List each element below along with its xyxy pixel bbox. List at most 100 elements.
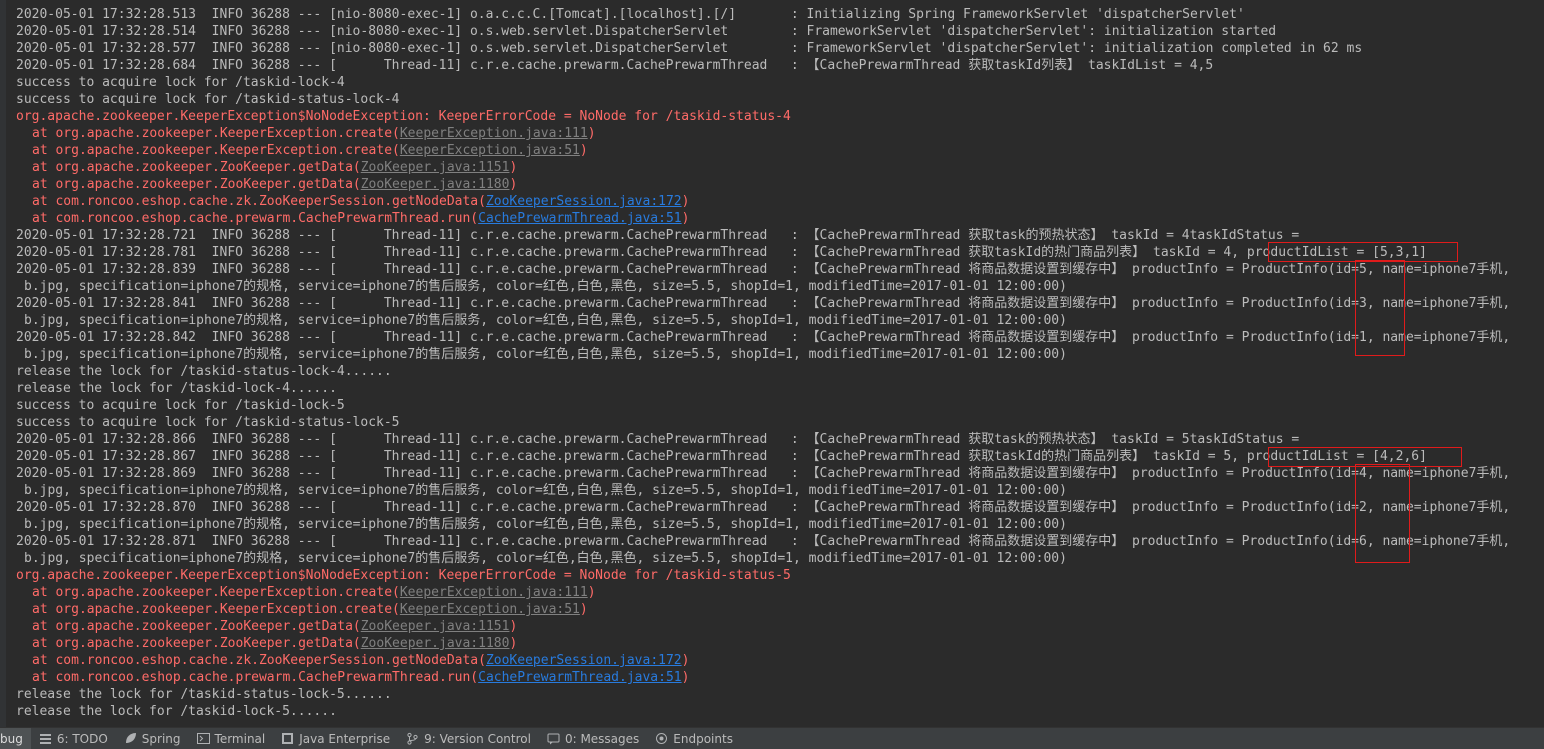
source-link[interactable]: ZooKeeper.java:1151 bbox=[361, 160, 510, 175]
console-line: at org.apache.zookeeper.ZooKeeper.getDat… bbox=[16, 176, 1544, 193]
console-line: at org.apache.zookeeper.KeeperException.… bbox=[16, 125, 1544, 142]
tool-window-label: Terminal bbox=[214, 731, 266, 746]
tool-window-endpoints[interactable]: Endpoints bbox=[647, 728, 741, 749]
source-link[interactable]: KeeperException.java:51 bbox=[400, 143, 580, 158]
tool-window-0-messages[interactable]: 0: Messages bbox=[539, 728, 647, 749]
endpoints-icon bbox=[655, 732, 668, 745]
console-line: at org.apache.zookeeper.ZooKeeper.getDat… bbox=[16, 635, 1544, 652]
tool-window-label: Endpoints bbox=[673, 731, 733, 746]
source-link[interactable]: KeeperException.java:111 bbox=[400, 126, 588, 141]
console-gutter bbox=[0, 0, 6, 727]
tool-window-spring[interactable]: Spring bbox=[116, 728, 189, 749]
console-lines: 2020-05-01 17:32:28.513 INFO 36288 --- [… bbox=[16, 6, 1544, 720]
tool-window-label: Spring bbox=[141, 731, 181, 746]
console-line: at com.roncoo.eshop.cache.zk.ZooKeeperSe… bbox=[16, 193, 1544, 210]
log-text: ) bbox=[587, 126, 596, 141]
console-line: b.jpg, specification=iphone7的规格, service… bbox=[16, 550, 1544, 567]
log-text: 2020-05-01 17:32:28.513 INFO 36288 --- [… bbox=[16, 7, 1245, 22]
log-text: at org.apache.zookeeper.ZooKeeper.getDat… bbox=[32, 160, 361, 175]
log-text: success to acquire lock for /taskid-lock… bbox=[16, 75, 345, 90]
console-line: at org.apache.zookeeper.KeeperException.… bbox=[16, 142, 1544, 159]
log-text: 2020-05-01 17:32:28.869 INFO 36288 --- [… bbox=[16, 466, 1511, 481]
tool-window-terminal[interactable]: Terminal bbox=[189, 728, 274, 749]
console-line: 2020-05-01 17:32:28.839 INFO 36288 --- [… bbox=[16, 261, 1544, 278]
log-text: 2020-05-01 17:32:28.839 INFO 36288 --- [… bbox=[16, 262, 1511, 277]
log-text: b.jpg, specification=iphone7的规格, service… bbox=[24, 279, 1067, 294]
log-text: 2020-05-01 17:32:28.841 INFO 36288 --- [… bbox=[16, 296, 1511, 311]
console-line: 2020-05-01 17:32:28.514 INFO 36288 --- [… bbox=[16, 23, 1544, 40]
source-link[interactable]: ZooKeeper.java:1180 bbox=[361, 636, 510, 651]
log-text: at org.apache.zookeeper.ZooKeeper.getDat… bbox=[32, 619, 361, 634]
source-link[interactable]: KeeperException.java:111 bbox=[400, 585, 588, 600]
console-line: success to acquire lock for /taskid-stat… bbox=[16, 414, 1544, 431]
tool-window-label: Java Enterprise bbox=[299, 731, 391, 746]
log-text: ) bbox=[509, 177, 518, 192]
log-text: 2020-05-01 17:32:28.781 INFO 36288 --- [… bbox=[16, 245, 1427, 260]
console-line: 2020-05-01 17:32:28.841 INFO 36288 --- [… bbox=[16, 295, 1544, 312]
log-text: ) bbox=[681, 670, 690, 685]
terminal-icon bbox=[196, 732, 210, 745]
log-text: ) bbox=[509, 636, 518, 651]
log-text: b.jpg, specification=iphone7的规格, service… bbox=[24, 517, 1067, 532]
tool-window-label: 9: Version Control bbox=[424, 731, 531, 746]
tool-window-label: bug bbox=[0, 731, 23, 746]
console-line: 2020-05-01 17:32:28.684 INFO 36288 --- [… bbox=[16, 57, 1544, 74]
console-line: b.jpg, specification=iphone7的规格, service… bbox=[16, 482, 1544, 499]
log-text: ) bbox=[681, 653, 690, 668]
log-text: at org.apache.zookeeper.ZooKeeper.getDat… bbox=[32, 636, 361, 651]
log-text: 2020-05-01 17:32:28.871 INFO 36288 --- [… bbox=[16, 534, 1511, 549]
console-line: 2020-05-01 17:32:28.513 INFO 36288 --- [… bbox=[16, 6, 1544, 23]
log-text: at org.apache.zookeeper.ZooKeeper.getDat… bbox=[32, 177, 361, 192]
log-text: ) bbox=[579, 602, 588, 617]
tool-window-label: 0: Messages bbox=[564, 731, 640, 746]
source-link[interactable]: ZooKeeperSession.java:172 bbox=[486, 194, 682, 209]
log-text: at com.roncoo.eshop.cache.zk.ZooKeeperSe… bbox=[32, 653, 486, 668]
console-line: 2020-05-01 17:32:28.781 INFO 36288 --- [… bbox=[16, 244, 1544, 261]
source-link[interactable]: ZooKeeper.java:1151 bbox=[361, 619, 510, 634]
console-line: b.jpg, specification=iphone7的规格, service… bbox=[16, 312, 1544, 329]
log-text: ) bbox=[681, 194, 690, 209]
console-line: org.apache.zookeeper.KeeperException$NoN… bbox=[16, 108, 1544, 125]
tool-window-6-todo[interactable]: 6: TODO bbox=[31, 728, 116, 749]
source-link[interactable]: CachePrewarmThread.java:51 bbox=[478, 211, 682, 226]
log-text: at com.roncoo.eshop.cache.zk.ZooKeeperSe… bbox=[32, 194, 486, 209]
log-text: b.jpg, specification=iphone7的规格, service… bbox=[24, 483, 1067, 498]
console-line: release the lock for /taskid-status-lock… bbox=[16, 363, 1544, 380]
log-text: b.jpg, specification=iphone7的规格, service… bbox=[24, 551, 1067, 566]
log-text: at org.apache.zookeeper.KeeperException.… bbox=[32, 585, 400, 600]
source-link[interactable]: ZooKeeperSession.java:172 bbox=[486, 653, 682, 668]
log-text: at org.apache.zookeeper.KeeperException.… bbox=[32, 143, 400, 158]
console-line: at org.apache.zookeeper.ZooKeeper.getDat… bbox=[16, 618, 1544, 635]
console-line: success to acquire lock for /taskid-stat… bbox=[16, 91, 1544, 108]
todo-icon bbox=[39, 732, 52, 745]
log-text: success to acquire lock for /taskid-lock… bbox=[16, 398, 345, 413]
console-line: b.jpg, specification=iphone7的规格, service… bbox=[16, 278, 1544, 295]
source-link[interactable]: KeeperException.java:51 bbox=[400, 602, 580, 617]
log-text: org.apache.zookeeper.KeeperException$NoN… bbox=[16, 568, 791, 583]
source-link[interactable]: ZooKeeper.java:1180 bbox=[361, 177, 510, 192]
console-line: release the lock for /taskid-lock-4.....… bbox=[16, 380, 1544, 397]
log-text: release the lock for /taskid-status-lock… bbox=[16, 364, 392, 379]
source-link[interactable]: CachePrewarmThread.java:51 bbox=[478, 670, 682, 685]
log-text: 2020-05-01 17:32:28.684 INFO 36288 --- [… bbox=[16, 58, 1214, 73]
tool-window-9-version-control[interactable]: 9: Version Control bbox=[398, 728, 539, 749]
java-enterprise-icon bbox=[281, 732, 294, 745]
console-line: org.apache.zookeeper.KeeperException$NoN… bbox=[16, 567, 1544, 584]
tool-window-label: 6: TODO bbox=[56, 731, 108, 746]
log-text: at com.roncoo.eshop.cache.prewarm.CacheP… bbox=[32, 211, 479, 226]
console-line: b.jpg, specification=iphone7的规格, service… bbox=[16, 516, 1544, 533]
tool-window-java-enterprise[interactable]: Java Enterprise bbox=[273, 728, 398, 749]
log-text: release the lock for /taskid-lock-4.....… bbox=[16, 381, 337, 396]
console-line: 2020-05-01 17:32:28.867 INFO 36288 --- [… bbox=[16, 448, 1544, 465]
log-text: org.apache.zookeeper.KeeperException$NoN… bbox=[16, 109, 791, 124]
log-text: b.jpg, specification=iphone7的规格, service… bbox=[24, 313, 1067, 328]
console-line: 2020-05-01 17:32:28.842 INFO 36288 --- [… bbox=[16, 329, 1544, 346]
log-text: at com.roncoo.eshop.cache.prewarm.CacheP… bbox=[32, 670, 479, 685]
console-line: at org.apache.zookeeper.KeeperException.… bbox=[16, 584, 1544, 601]
log-text: success to acquire lock for /taskid-stat… bbox=[16, 92, 400, 107]
log-text: b.jpg, specification=iphone7的规格, service… bbox=[24, 347, 1067, 362]
log-text: 2020-05-01 17:32:28.867 INFO 36288 --- [… bbox=[16, 449, 1427, 464]
tool-window-bug[interactable]: bug bbox=[0, 728, 31, 749]
console-output[interactable]: 2020-05-01 17:32:28.513 INFO 36288 --- [… bbox=[0, 0, 1544, 727]
console-line: success to acquire lock for /taskid-lock… bbox=[16, 74, 1544, 91]
